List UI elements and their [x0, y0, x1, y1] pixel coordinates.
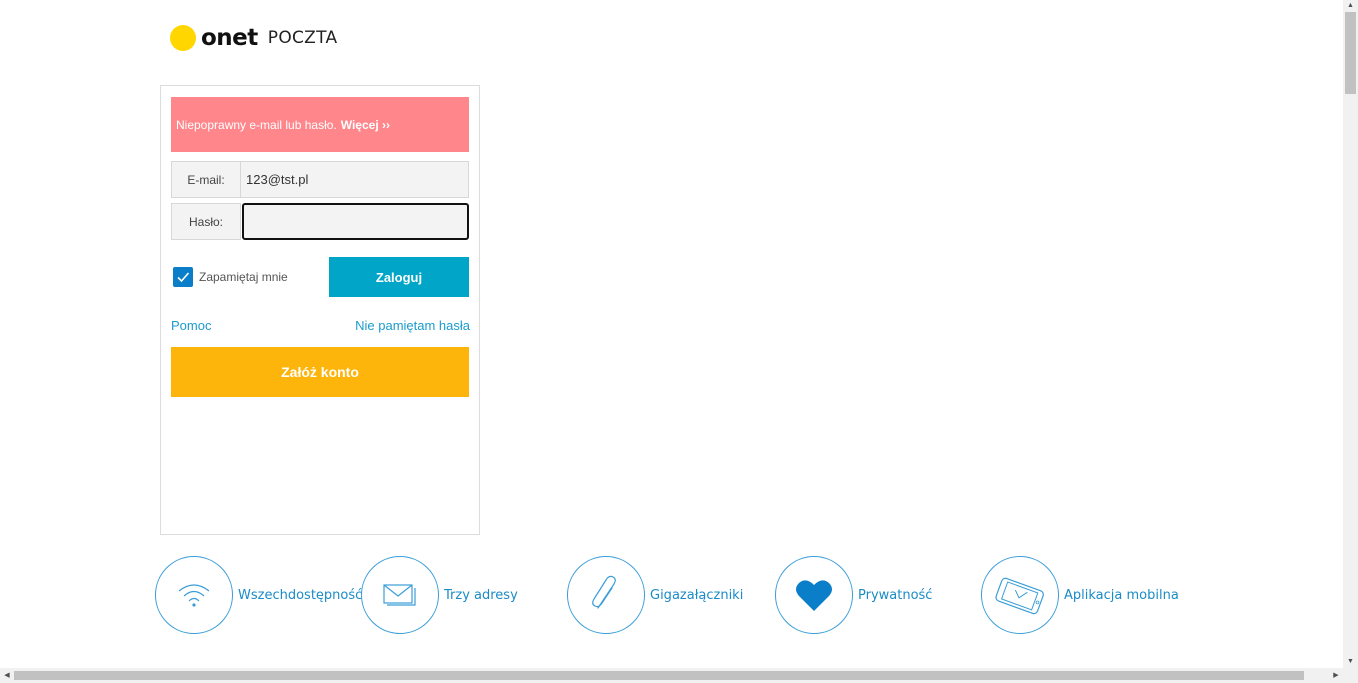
create-account-button[interactable]: Załóż konto [171, 347, 469, 397]
feature-label: Trzy adresy [444, 587, 518, 603]
envelope-icon [383, 584, 416, 606]
logo-subtitle: POCZTA [267, 28, 338, 48]
remember-label: Zapamiętaj mnie [199, 270, 288, 284]
onet-poczta-logo[interactable]: onet POCZTA [170, 24, 337, 52]
login-button[interactable]: Zaloguj [329, 257, 469, 297]
horizontal-scroll-thumb[interactable] [14, 671, 1304, 680]
feature-wszechdostepnosc[interactable]: Wszechdostępność [155, 556, 362, 634]
feature-circle [155, 556, 233, 634]
paperclip-icon [592, 575, 616, 609]
feature-circle [981, 556, 1059, 634]
help-link[interactable]: Pomoc [171, 318, 211, 333]
email-row: E-mail: 123@tst.pl [171, 161, 469, 198]
feature-label: Prywatność [858, 587, 933, 603]
feature-circle [567, 556, 645, 634]
scroll-up-arrow-icon[interactable]: ▲ [1343, 0, 1358, 12]
heart-icon [796, 580, 832, 611]
error-more-link[interactable]: Więcej ›› [341, 118, 390, 132]
feature-label: Aplikacja mobilna [1064, 587, 1179, 603]
login-panel: Niepoprawny e-mail lub hasło. Więcej ›› … [160, 85, 480, 535]
vertical-scroll-thumb[interactable] [1345, 12, 1356, 94]
feature-circle [361, 556, 439, 634]
feature-gigazalaczniki[interactable]: Gigazałączniki [567, 556, 743, 634]
feature-prywatnosc[interactable]: Prywatność [775, 556, 932, 634]
wifi-icon [178, 584, 210, 607]
checkmark-icon [177, 272, 190, 283]
forgot-password-link[interactable]: Nie pamiętam hasła [355, 318, 470, 333]
feature-trzy-adresy[interactable]: Trzy adresy [361, 556, 518, 634]
feature-label: Gigazałączniki [650, 587, 744, 603]
horizontal-scrollbar[interactable]: ◀ ▶ [0, 668, 1358, 683]
password-field[interactable] [242, 203, 469, 240]
feature-circle [775, 556, 853, 634]
email-label: E-mail: [171, 161, 241, 198]
logo-dot-icon [170, 25, 196, 51]
logo-word: onet [201, 25, 258, 51]
email-field[interactable]: 123@tst.pl [241, 161, 469, 198]
password-row: Hasło: [171, 203, 469, 240]
remember-checkbox[interactable] [173, 267, 193, 287]
error-text: Niepoprawny e-mail lub hasło. [176, 117, 337, 132]
vertical-scrollbar[interactable]: ▲ ▼ [1343, 0, 1358, 668]
scroll-down-arrow-icon[interactable]: ▼ [1343, 656, 1358, 668]
scroll-left-arrow-icon[interactable]: ◀ [0, 668, 14, 683]
feature-aplikacja-mobilna[interactable]: Aplikacja mobilna [981, 556, 1179, 634]
remember-me[interactable]: Zapamiętaj mnie [173, 267, 288, 287]
feature-label: Wszechdostępność [238, 587, 363, 603]
scroll-right-arrow-icon[interactable]: ▶ [1329, 668, 1343, 683]
mobile-app-icon [995, 577, 1044, 615]
error-message: Niepoprawny e-mail lub hasło. Więcej ›› [171, 97, 469, 152]
password-label: Hasło: [171, 203, 241, 240]
